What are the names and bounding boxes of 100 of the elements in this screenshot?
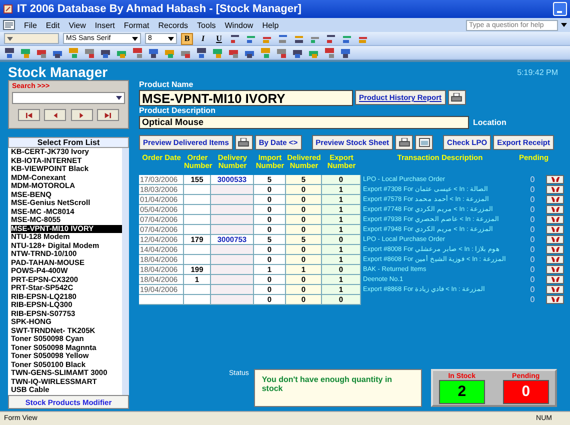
location-label: Location (473, 118, 506, 126)
menu-item[interactable]: File (24, 20, 37, 30)
printer-icon (451, 93, 462, 102)
row-action-button[interactable] (546, 185, 564, 194)
minimize-button[interactable] (553, 2, 567, 16)
mark-icon (550, 257, 560, 262)
pending-value: 0 (529, 295, 536, 305)
counter-value: 0 (502, 380, 549, 404)
first-record-button[interactable] (18, 109, 40, 121)
pending-value: 0 (529, 245, 536, 255)
text-style-button[interactable]: B (181, 32, 193, 44)
clock-time: 5:19:42 PM (517, 68, 559, 76)
print-button[interactable] (448, 90, 466, 105)
product-description-field[interactable]: Optical Mouse (139, 116, 469, 128)
order-number-cell (184, 205, 211, 215)
row-action-button[interactable] (546, 265, 564, 274)
next-icon (78, 112, 86, 118)
status-message: You don't have enough quantity in stock (254, 369, 422, 407)
field-label: Product Description (139, 106, 216, 115)
scrollbar[interactable] (122, 148, 129, 395)
delivery-number-cell (211, 225, 254, 235)
order-number-cell (184, 285, 211, 295)
search-dropdown[interactable] (12, 92, 125, 104)
product-name-field[interactable]: MSE-VPNT-MI10 IVORY (139, 90, 353, 106)
pending-value: 0 (529, 175, 536, 185)
mark-icon (550, 207, 560, 212)
menu-item[interactable]: Edit (46, 20, 60, 30)
row-action-button[interactable] (546, 225, 564, 234)
delivery-number-cell (211, 215, 254, 225)
delivery-number-cell (211, 295, 254, 305)
delivery-number-cell (211, 275, 254, 285)
mark-icon (550, 267, 560, 272)
pending-value: 0 (529, 255, 536, 265)
delivery-number-cell (211, 185, 254, 195)
pending-value: 0 (529, 215, 536, 225)
pending-value: 0 (529, 225, 536, 235)
print-button[interactable] (395, 134, 414, 150)
field-label: Product Name (139, 80, 194, 89)
menu-item[interactable]: Format (124, 20, 150, 30)
delivery-number-cell (211, 205, 254, 215)
previous-icon (52, 112, 59, 118)
order-number-cell (184, 245, 211, 255)
mark-icon (550, 277, 560, 282)
row-action-button[interactable] (546, 215, 564, 224)
order-number-cell (184, 215, 211, 225)
order-number-cell (184, 185, 211, 195)
menu-item[interactable]: Insert (94, 20, 115, 30)
mark-icon (550, 227, 560, 232)
mark-icon (550, 217, 560, 222)
menu-item[interactable]: View (68, 20, 86, 30)
app-icon (3, 4, 13, 14)
row-action-button[interactable] (546, 235, 564, 244)
order-number-cell (184, 195, 211, 205)
delivery-number-cell (211, 255, 254, 265)
counter-value: 2 (438, 380, 485, 404)
mark-icon (550, 197, 560, 202)
mark-icon (550, 177, 560, 182)
menu-item[interactable]: Tools (197, 20, 216, 30)
preview-button[interactable] (415, 134, 434, 150)
first-icon (26, 112, 32, 118)
row-action-button[interactable] (546, 285, 564, 294)
menu-item[interactable]: Help (262, 20, 279, 30)
caret-icon (7, 36, 13, 40)
delivery-number-cell (211, 195, 254, 205)
order-number-cell (184, 225, 211, 235)
window-title: IT 2006 Database By Ahmad Habash - [Stock Manager] (17, 3, 302, 15)
row-action-button[interactable] (546, 175, 564, 184)
pending-value: 0 (529, 195, 536, 205)
text-style-button[interactable]: I (197, 32, 209, 44)
menu-item[interactable]: Records (158, 20, 188, 30)
mark-icon (550, 297, 560, 302)
caret-icon[interactable] (561, 23, 567, 27)
row-action-button[interactable] (546, 295, 564, 304)
print-button[interactable] (234, 134, 253, 150)
row-action-button[interactable] (546, 205, 564, 214)
caret-icon (116, 96, 122, 100)
next-record-button[interactable] (70, 109, 93, 121)
row-action-button[interactable] (546, 195, 564, 204)
row-action-button[interactable] (546, 275, 564, 284)
delivery-number-cell (211, 285, 254, 295)
row-action-button[interactable] (546, 245, 564, 254)
previous-record-button[interactable] (44, 109, 66, 121)
pending-value: 0 (529, 265, 536, 275)
form-title: Stock Manager (8, 64, 108, 80)
order-number-cell (184, 255, 211, 265)
caret-icon (132, 36, 138, 40)
menu-item[interactable]: Window (224, 20, 254, 30)
printer-icon (398, 138, 410, 146)
last-record-button[interactable] (96, 109, 119, 121)
printer-icon (238, 138, 250, 146)
row-action-button[interactable] (546, 255, 564, 264)
pending-value: 0 (529, 275, 536, 285)
last-icon (104, 112, 112, 118)
list-header: Select From List (8, 137, 129, 148)
order-number-cell (184, 295, 211, 305)
form-icon[interactable] (3, 20, 15, 30)
mark-icon (550, 237, 560, 242)
mark-icon (550, 187, 560, 192)
text-style-button[interactable]: U (213, 32, 225, 44)
date-cell (139, 295, 184, 305)
